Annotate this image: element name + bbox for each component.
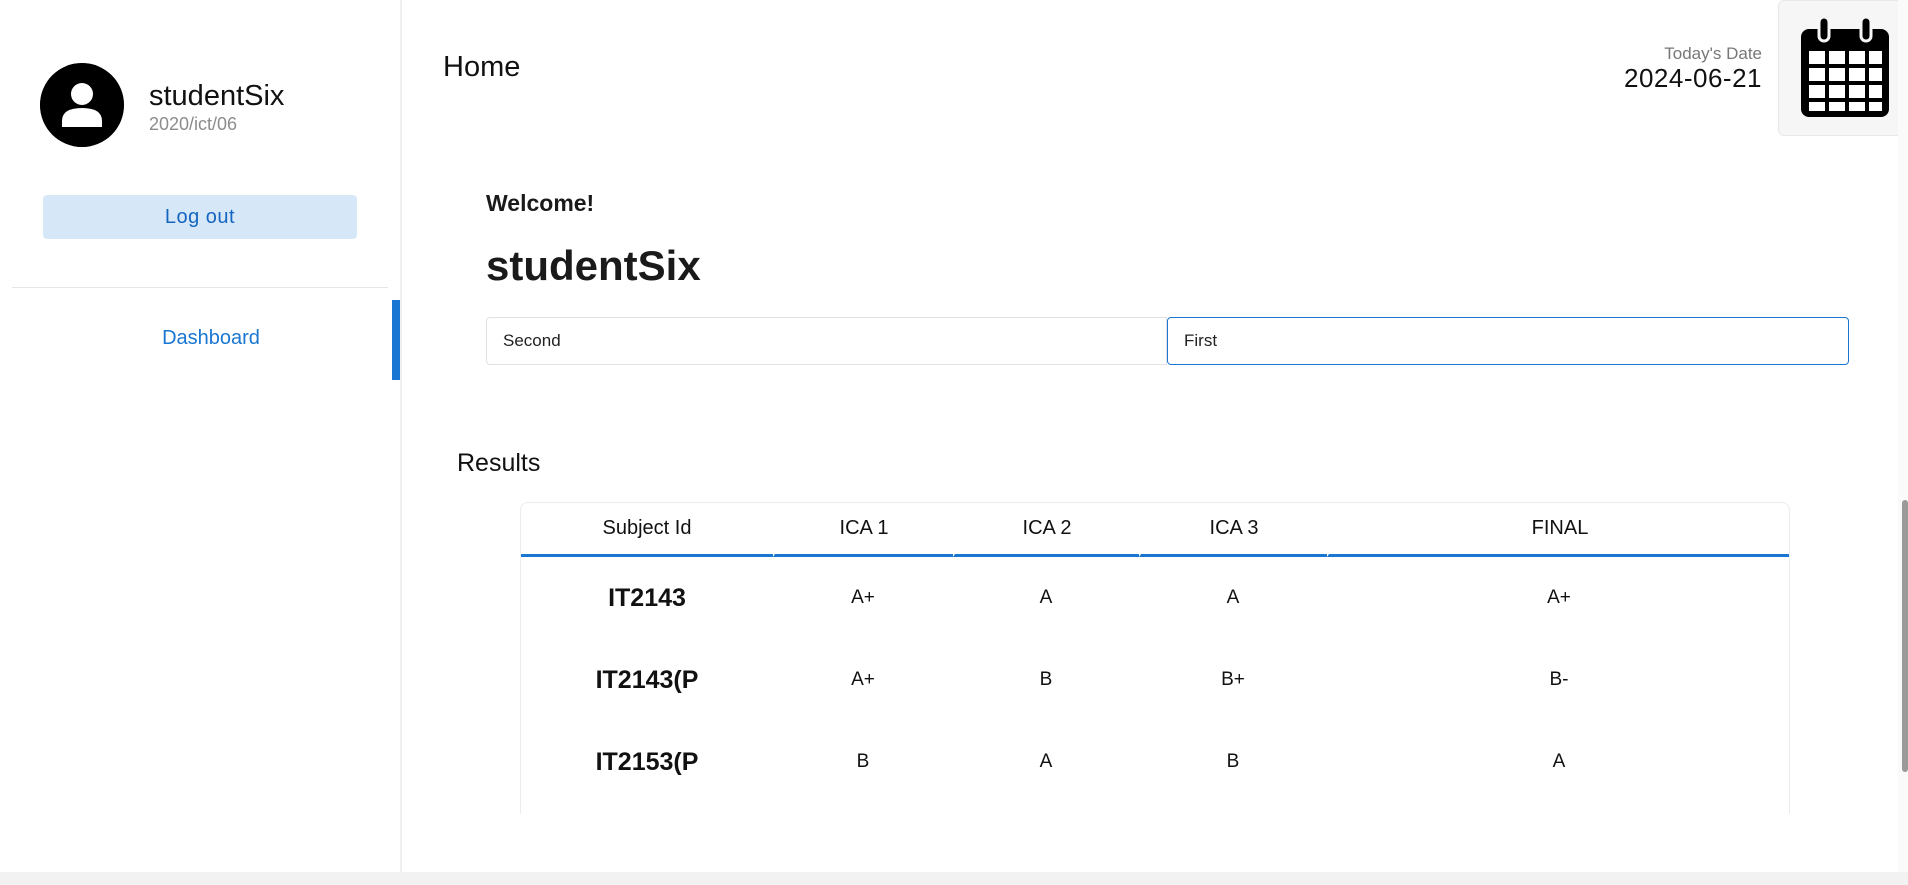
final-cell: B- xyxy=(1549,669,1569,690)
ica1-cell: B xyxy=(856,751,870,772)
sidebar-item-label: Dashboard xyxy=(162,327,260,349)
sidebar-item-dashboard[interactable]: Dashboard xyxy=(0,300,402,380)
scrollbar-thumb[interactable] xyxy=(1902,500,1908,772)
final-cell: A xyxy=(1552,751,1566,772)
calendar-button[interactable] xyxy=(1778,0,1908,136)
sidebar: studentSix 2020/ict/06 Log out Dashboard xyxy=(0,0,402,872)
column-header-ica1[interactable]: ICA 1 xyxy=(773,503,953,557)
ica3-cell: A xyxy=(1226,587,1240,608)
date-value: 2024-06-21 xyxy=(1624,63,1762,93)
welcome-heading: Welcome! xyxy=(486,190,595,216)
ica1-cell: A+ xyxy=(851,587,875,608)
page-title: Home xyxy=(443,51,521,83)
date-label: Today's Date xyxy=(1664,44,1762,63)
column-header-final[interactable]: FINAL xyxy=(1327,503,1789,557)
profile-name: studentSix xyxy=(149,80,285,112)
subject-id-cell: IT2143(P xyxy=(595,665,699,694)
ica2-cell: A xyxy=(1039,751,1053,772)
results-heading: Results xyxy=(457,449,541,477)
sidebar-divider xyxy=(12,287,388,288)
profile-id: 2020/ict/06 xyxy=(149,114,238,134)
table-row: IT2143 A+ A A A+ xyxy=(521,557,1789,639)
ica3-cell: B xyxy=(1226,751,1240,772)
results-table: Subject Id ICA 1 ICA 2 ICA 3 FINAL IT214… xyxy=(520,502,1790,814)
table-row: IT2153(P B A B A xyxy=(521,721,1789,803)
ica2-cell: B xyxy=(1039,669,1053,690)
column-header-subject-id[interactable]: Subject Id xyxy=(521,503,773,557)
table-header-row: Subject Id ICA 1 ICA 2 ICA 3 FINAL xyxy=(521,503,1789,557)
subject-id-cell: IT2153(P xyxy=(595,747,699,776)
column-header-ica3[interactable]: ICA 3 xyxy=(1139,503,1327,557)
active-nav-indicator xyxy=(392,300,400,380)
calendar-icon xyxy=(1801,17,1889,117)
semester-select[interactable]: First xyxy=(1167,317,1849,365)
ica2-cell: A xyxy=(1039,587,1053,608)
user-avatar-icon xyxy=(40,63,124,147)
final-cell: A+ xyxy=(1547,587,1571,608)
bottom-edge xyxy=(0,872,1908,885)
table-row: IT2143(P A+ B B+ B- xyxy=(521,639,1789,721)
ica3-cell: B+ xyxy=(1221,669,1245,690)
logout-button[interactable]: Log out xyxy=(43,195,357,239)
column-header-ica2[interactable]: ICA 2 xyxy=(953,503,1139,557)
year-select[interactable]: Second xyxy=(486,317,1167,365)
ica1-cell: A+ xyxy=(851,669,875,690)
student-name-heading: studentSix xyxy=(486,242,701,289)
subject-id-cell: IT2143 xyxy=(608,583,686,612)
